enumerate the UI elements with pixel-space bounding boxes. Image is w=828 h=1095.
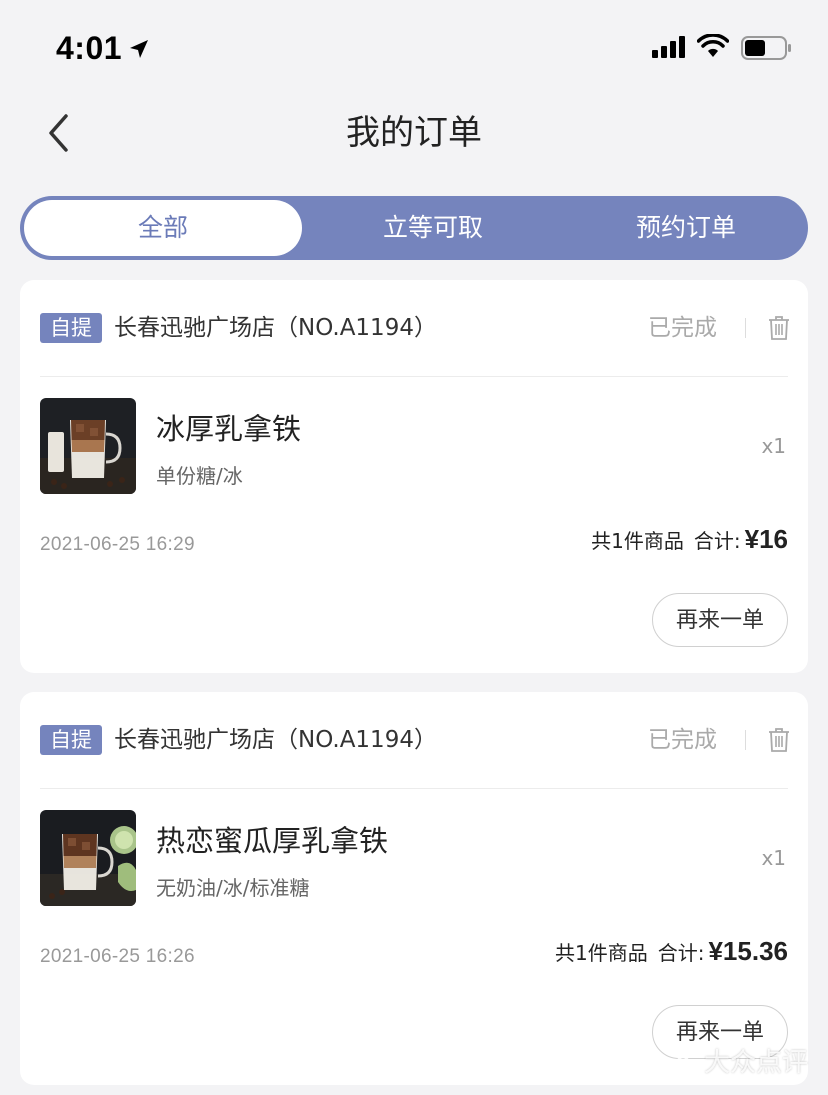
card-divider — [40, 376, 788, 377]
store-name: 长春迅驰广场店（NO.A1194） — [114, 315, 437, 341]
product-options: 单份糖/冰 — [156, 464, 243, 488]
order-status: 已完成 — [648, 315, 717, 341]
quantity: x1 — [761, 846, 786, 870]
item-count: 共1件商品 — [591, 529, 684, 553]
total-price: ¥15.36 — [708, 936, 788, 966]
back-button[interactable] — [36, 108, 80, 158]
order-status: 已完成 — [648, 727, 717, 753]
tab-ready-now[interactable]: 立等可取 — [302, 196, 564, 260]
order-time: 2021-06-25 16:29 — [40, 534, 195, 555]
page-title: 我的订单 — [346, 113, 482, 153]
header-divider — [745, 730, 746, 750]
trash-icon[interactable] — [765, 314, 793, 342]
item-count: 共1件商品 — [554, 941, 648, 965]
watermark: 大众点评 — [668, 1042, 808, 1079]
battery-icon — [741, 36, 791, 60]
pickup-badge: 自提 — [40, 725, 102, 755]
order-summary: 共1件商品 合计: ¥15.36 — [555, 936, 788, 967]
total-price: ¥16 — [744, 524, 788, 554]
wifi-icon — [697, 34, 729, 57]
card-divider — [40, 788, 788, 789]
product-name: 热恋蜜瓜厚乳拿铁 — [156, 824, 389, 858]
status-bar: 4:01 — [0, 0, 828, 96]
order-filter-tabs: 全部 立等可取 预约订单 — [20, 196, 808, 260]
order-summary: 共1件商品 合计: ¥16 — [591, 524, 788, 555]
total-label: 合计: — [657, 941, 705, 965]
order-card[interactable]: 自提 长春迅驰广场店（NO.A1194） 已完成 热恋蜜瓜厚乳拿铁 无奶油/冰/… — [20, 692, 808, 1085]
product-image — [40, 398, 136, 494]
order-card[interactable]: 自提 长春迅驰广场店（NO.A1194） 已完成 冰厚乳拿铁 单份糖/冰 x1 … — [20, 280, 808, 673]
header-divider — [745, 318, 746, 338]
total-label: 合计: — [693, 529, 741, 553]
dianping-logo-icon — [671, 1048, 695, 1074]
chevron-left-icon — [49, 114, 68, 152]
tab-all[interactable]: 全部 — [24, 200, 302, 256]
reorder-button[interactable]: 再来一单 — [652, 593, 788, 647]
quantity: x1 — [761, 434, 786, 458]
product-image — [40, 810, 136, 906]
trash-icon[interactable] — [765, 726, 793, 754]
order-time: 2021-06-25 16:26 — [40, 946, 195, 967]
status-time: 4:01 — [56, 30, 123, 66]
product-options: 无奶油/冰/标准糖 — [156, 876, 310, 900]
product-name: 冰厚乳拿铁 — [156, 412, 302, 446]
store-name: 长春迅驰广场店（NO.A1194） — [114, 727, 437, 753]
pickup-badge: 自提 — [40, 313, 102, 343]
location-arrow-icon — [130, 40, 148, 58]
tab-reserved[interactable]: 预约订单 — [564, 196, 808, 260]
watermark-text: 大众点评 — [703, 1048, 808, 1078]
cellular-signal-icon — [652, 36, 685, 58]
